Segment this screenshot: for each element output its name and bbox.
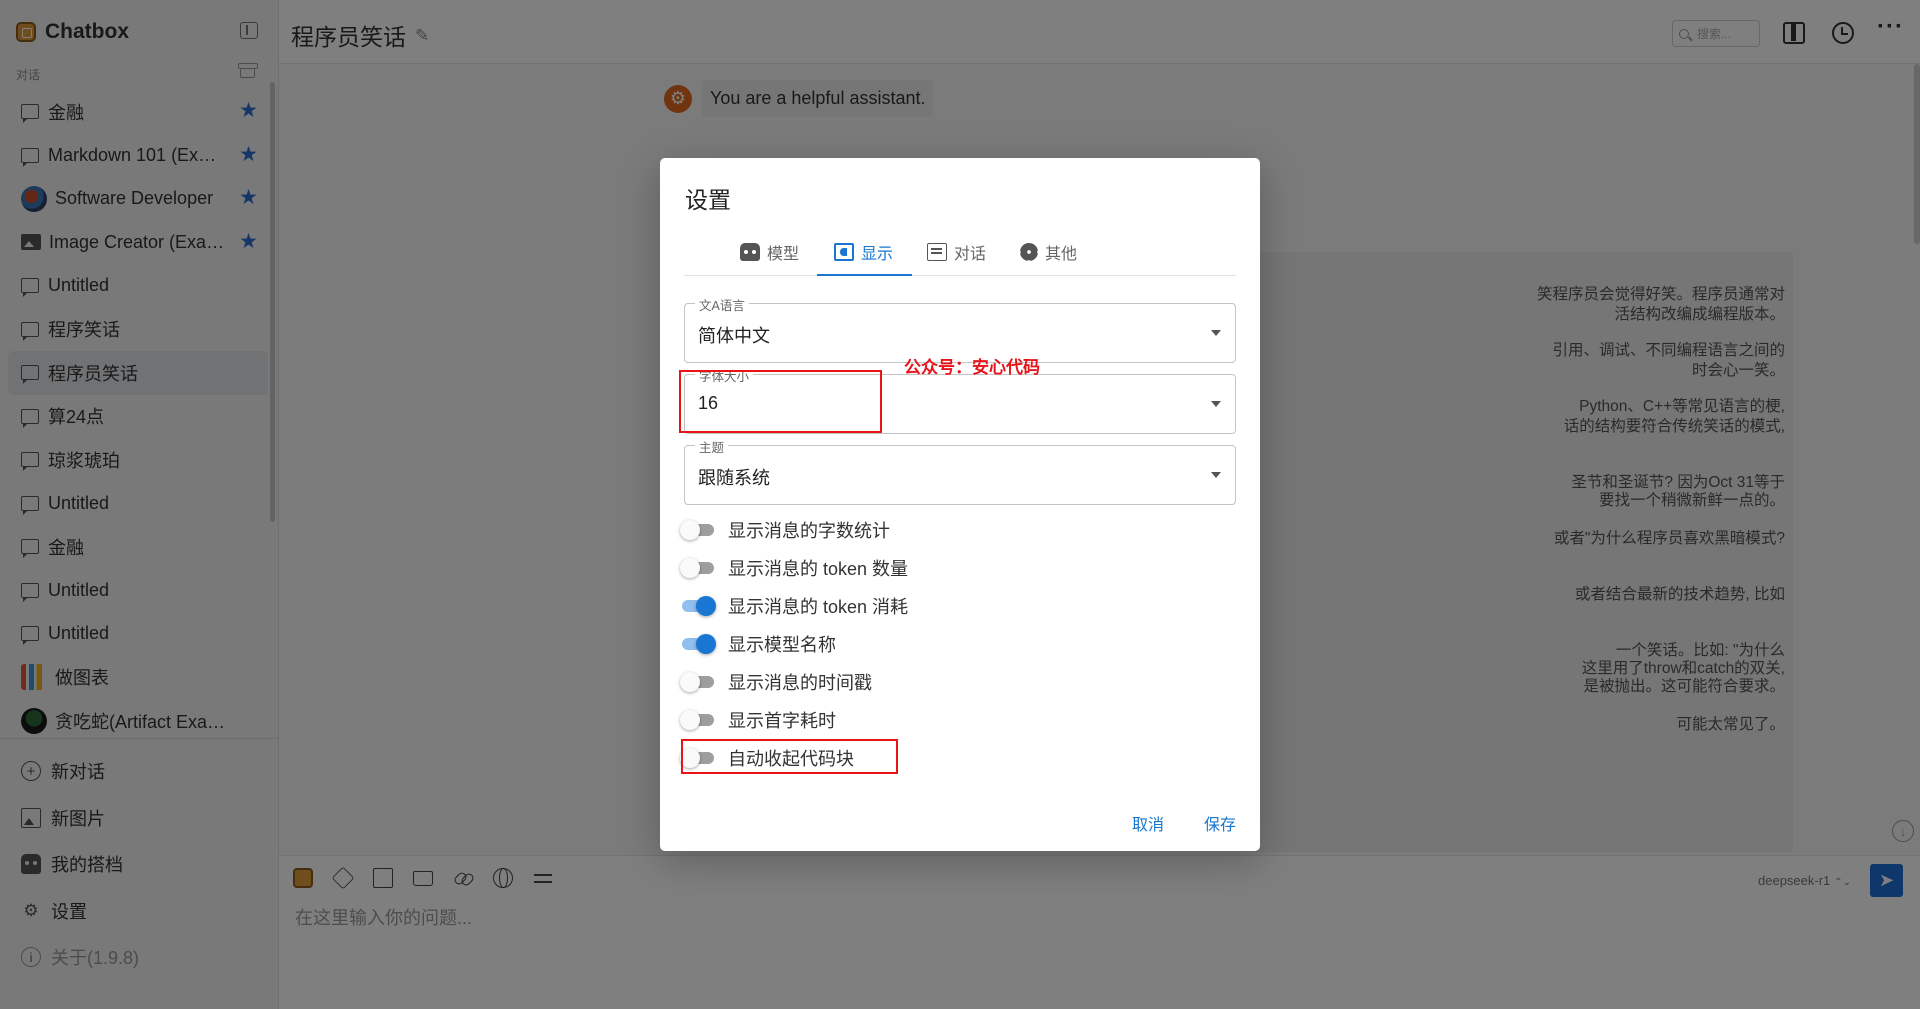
dialog-title: 设置	[685, 187, 731, 213]
dropdown-caret-icon	[1211, 472, 1221, 478]
toggle-switch[interactable]	[680, 672, 716, 692]
toggle-row: 显示首字耗时	[680, 701, 908, 739]
toggle-row: 显示消息的 token 数量	[680, 549, 908, 587]
tab-display-label: 显示	[861, 246, 894, 263]
toggle-switch[interactable]	[680, 596, 716, 616]
tab-chat-label: 对话	[954, 246, 987, 263]
switch-thumb	[680, 710, 700, 730]
active-tab-indicator	[817, 274, 912, 276]
translate-icon: 文A	[699, 299, 720, 313]
switch-thumb	[680, 558, 700, 578]
display-icon	[834, 243, 854, 261]
toggle-label: 显示消息的 token 数量	[728, 559, 909, 579]
tab-display[interactable]: 显示	[834, 228, 893, 276]
tab-other-label: 其他	[1045, 246, 1078, 263]
toggle-label: 显示消息的 token 消耗	[728, 597, 909, 617]
language-field-label: 文A语言	[695, 295, 749, 314]
save-button[interactable]: 保存	[1204, 811, 1236, 835]
annotation-box-code-collapse	[681, 739, 898, 774]
theme-field-label: 主题	[695, 437, 729, 456]
tab-chat[interactable]: 对话	[927, 228, 986, 276]
gear-icon	[1020, 243, 1038, 261]
toggle-switch[interactable]	[680, 710, 716, 730]
theme-value: 跟随系统	[698, 468, 770, 488]
language-label-text: 语言	[719, 299, 745, 313]
toggle-row: 显示模型名称	[680, 625, 908, 663]
toggle-switch[interactable]	[680, 520, 716, 540]
toggle-label: 显示模型名称	[728, 635, 836, 655]
annotation-box-font-size	[679, 370, 882, 433]
toggle-row: 显示消息的时间戳	[680, 663, 908, 701]
language-value: 简体中文	[698, 326, 770, 346]
toggle-switch[interactable]	[680, 634, 716, 654]
switch-thumb	[680, 520, 700, 540]
toggle-label: 显示消息的时间戳	[728, 673, 872, 693]
toggle-label: 显示消息的字数统计	[728, 521, 890, 541]
switch-thumb	[696, 596, 716, 616]
tab-model-label: 模型	[767, 246, 800, 263]
toggle-row: 显示消息的 token 消耗	[680, 587, 908, 625]
dropdown-caret-icon	[1211, 330, 1221, 336]
toggle-label: 显示首字耗时	[728, 711, 836, 731]
switch-thumb	[680, 672, 700, 692]
theme-select[interactable]: 主题 跟随系统	[684, 437, 1236, 505]
switch-thumb	[696, 634, 716, 654]
toggle-switch[interactable]	[680, 558, 716, 578]
tab-other[interactable]: 其他	[1020, 228, 1077, 276]
cancel-button[interactable]: 取消	[1132, 811, 1164, 835]
toggle-row: 显示消息的字数统计	[680, 511, 908, 549]
display-toggle-list: 显示消息的字数统计 显示消息的 token 数量 显示消息的 token 消耗 显示模…	[680, 511, 908, 777]
dialog-actions: 取消 保存	[1092, 811, 1236, 835]
annotation-text: 公众号：安心代码	[904, 358, 1040, 377]
chat-icon	[927, 243, 947, 261]
dropdown-caret-icon	[1211, 401, 1221, 407]
settings-tabs: 模型 显示 对话 其他	[684, 228, 1236, 276]
tab-model[interactable]: 模型	[740, 228, 799, 276]
robot-icon	[740, 243, 760, 261]
